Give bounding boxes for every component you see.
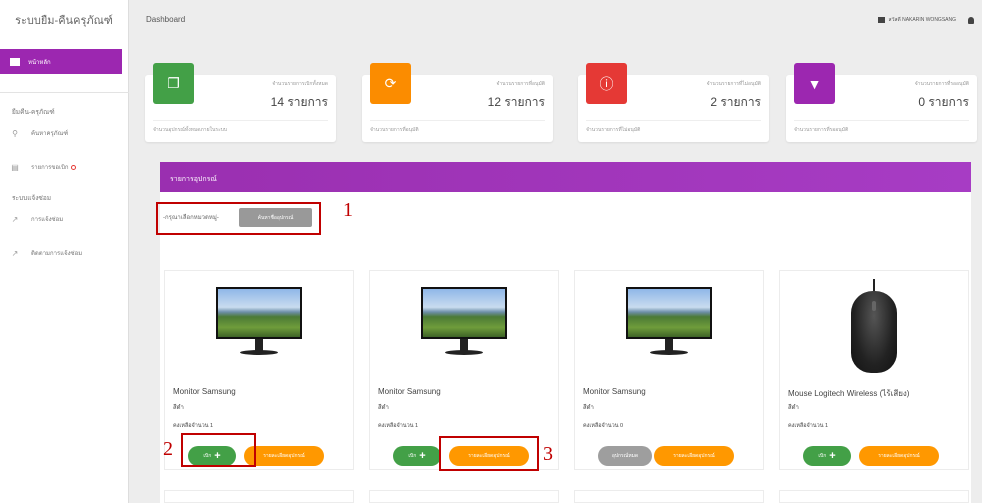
detail-button[interactable]: รายละเอียดอุปกรณ์ bbox=[654, 446, 734, 466]
sidebar-item-label: หน้าหลัก bbox=[28, 59, 51, 66]
product-card: Mouse Logitech Wireless (ไร้เสียง) สีดำ … bbox=[779, 270, 969, 470]
borrow-label: เบิก bbox=[818, 453, 827, 459]
product-name: Monitor Samsung bbox=[378, 387, 441, 396]
annotation-box-3 bbox=[439, 436, 539, 471]
divider bbox=[153, 120, 328, 121]
product-stock: คงเหลือจำนวน 1 bbox=[173, 423, 214, 429]
stat-footer: จำนวนรายการที่อนุมัติ bbox=[370, 127, 419, 133]
stat-caption: จำนวนรายการเบิกทั้งหมด bbox=[272, 81, 328, 87]
stat-caption: จำนวนรายการที่ไม่อนุมัติ bbox=[706, 81, 761, 87]
stat-card-pending: ▼ จำนวนรายการที่รออนุมัติ 0 รายการ จำนวน… bbox=[786, 63, 977, 142]
monitor-image bbox=[216, 287, 302, 359]
stat-footer: จำนวนอุปกรณ์ทั้งหมดภายในระบบ bbox=[153, 127, 228, 133]
refresh-icon: ⟳ bbox=[370, 63, 411, 104]
section-borrow-label: ยืมคืน-ครุภัณฑ์ bbox=[12, 109, 55, 116]
stat-card-rejected: ⓘ จำนวนรายการที่ไม่อนุมัติ 2 รายการ จำนว… bbox=[578, 63, 769, 142]
divider bbox=[794, 120, 969, 121]
dashboard-icon bbox=[10, 57, 20, 66]
notification-dot-icon bbox=[70, 164, 76, 170]
sidebar-item-label: ติดตามการแจ้งซ่อม bbox=[31, 251, 83, 257]
out-of-stock-button[interactable]: อุปกรณ์หมด bbox=[598, 446, 652, 466]
stat-footer: จำนวนรายการที่ไม่อนุมัติ bbox=[586, 127, 641, 133]
borrow-button[interactable]: เบิก + bbox=[393, 446, 441, 466]
product-card bbox=[574, 490, 764, 503]
page-title: Dashboard bbox=[146, 15, 186, 24]
brand-title: ระบบยืม-คืนครุภัณฑ์ bbox=[15, 15, 113, 27]
divider bbox=[0, 92, 129, 93]
panel-title: รายการอุปกรณ์ bbox=[160, 162, 971, 192]
monitor-image bbox=[626, 287, 712, 359]
sidebar: ระบบยืม-คืนครุภัณฑ์ หน้าหลัก ยืมคืน-ครุภ… bbox=[0, 0, 129, 503]
sidebar-item-label: ค้นหาครุภัณฑ์ bbox=[31, 131, 69, 137]
borrow-button[interactable]: เบิก + bbox=[803, 446, 851, 466]
borrow-label: เบิก bbox=[408, 453, 417, 459]
topbar: Dashboard สวัสดี NAKARIN WONGSANG bbox=[130, 0, 982, 40]
stat-card-approved: ⟳ จำนวนรายการที่อนุมัติ 12 รายการ จำนวนร… bbox=[362, 63, 553, 142]
search-icon: ⚲ bbox=[12, 128, 18, 138]
annotation-number-1: 1 bbox=[343, 199, 353, 221]
annotation-number-2: 2 bbox=[163, 438, 173, 460]
product-name: Mouse Logitech Wireless (ไร้เสียง) bbox=[788, 389, 910, 398]
chart-line-icon: ↗ bbox=[11, 248, 19, 258]
detail-button[interactable]: รายละเอียดอุปกรณ์ bbox=[244, 446, 324, 466]
monitor-image bbox=[421, 287, 507, 359]
stat-caption: จำนวนรายการที่อนุมัติ bbox=[496, 81, 545, 87]
plus-icon: + bbox=[829, 449, 836, 462]
copy-icon: ❐ bbox=[153, 63, 194, 104]
stat-value: 2 รายการ bbox=[710, 95, 761, 109]
product-stock: คงเหลือจำนวน 1 bbox=[378, 423, 419, 429]
sidebar-item-borrow-list[interactable]: ▤ รายการขอเบิก bbox=[9, 162, 76, 172]
annotation-box-2 bbox=[181, 433, 256, 467]
sidebar-item-repair[interactable]: ↗ การแจ้งซ่อม bbox=[9, 214, 64, 224]
product-card bbox=[164, 490, 354, 503]
person-icon bbox=[968, 16, 974, 24]
thumbs-down-icon: ▼ bbox=[794, 63, 835, 104]
product-name: Monitor Samsung bbox=[583, 387, 646, 396]
stat-value: 12 รายการ bbox=[487, 95, 545, 109]
chart-line-icon: ↗ bbox=[11, 214, 19, 224]
sidebar-item-search[interactable]: ⚲ ค้นหาครุภัณฑ์ bbox=[9, 128, 68, 138]
product-card bbox=[369, 490, 559, 503]
plus-icon: + bbox=[419, 449, 426, 462]
stat-caption: จำนวนรายการที่รออนุมัติ bbox=[914, 81, 969, 87]
product-card: Monitor Samsung สีดำ คงเหลือจำนวน 0 อุปก… bbox=[574, 270, 764, 470]
mouse-image bbox=[851, 279, 897, 375]
product-card bbox=[779, 490, 969, 503]
sidebar-item-home[interactable]: หน้าหลัก bbox=[0, 49, 122, 74]
user-name: สวัสดี NAKARIN WONGSANG bbox=[888, 17, 956, 23]
product-color: สีดำ bbox=[173, 405, 184, 411]
info-icon: ⓘ bbox=[586, 63, 627, 104]
stat-card-total: ❐ จำนวนรายการเบิกทั้งหมด 14 รายการ จำนวน… bbox=[145, 63, 336, 142]
sidebar-item-track[interactable]: ↗ ติดตามการแจ้งซ่อม bbox=[9, 248, 83, 258]
stat-value: 0 รายการ bbox=[918, 95, 969, 109]
product-color: สีดำ bbox=[378, 405, 389, 411]
sidebar-item-label: การแจ้งซ่อม bbox=[31, 217, 64, 223]
detail-button[interactable]: รายละเอียดอุปกรณ์ bbox=[859, 446, 939, 466]
product-stock: คงเหลือจำนวน 1 bbox=[788, 423, 829, 429]
divider bbox=[370, 120, 545, 121]
stat-footer: จำนวนรายการที่รออนุมัติ bbox=[794, 127, 849, 133]
product-color: สีดำ bbox=[788, 405, 799, 411]
product-stock: คงเหลือจำนวน 0 bbox=[583, 423, 624, 429]
document-icon: ▤ bbox=[11, 162, 19, 172]
product-color: สีดำ bbox=[583, 405, 594, 411]
sidebar-item-label: รายการขอเบิก bbox=[31, 165, 69, 171]
grid-icon bbox=[877, 17, 885, 23]
divider bbox=[586, 120, 761, 121]
section-repair-label: ระบบแจ้งซ่อม bbox=[12, 195, 52, 202]
product-name: Monitor Samsung bbox=[173, 387, 236, 396]
user-menu[interactable]: สวัสดี NAKARIN WONGSANG bbox=[877, 16, 974, 24]
stat-value: 14 รายการ bbox=[270, 95, 328, 109]
annotation-box-1 bbox=[156, 202, 321, 235]
annotation-number-3: 3 bbox=[543, 443, 553, 465]
